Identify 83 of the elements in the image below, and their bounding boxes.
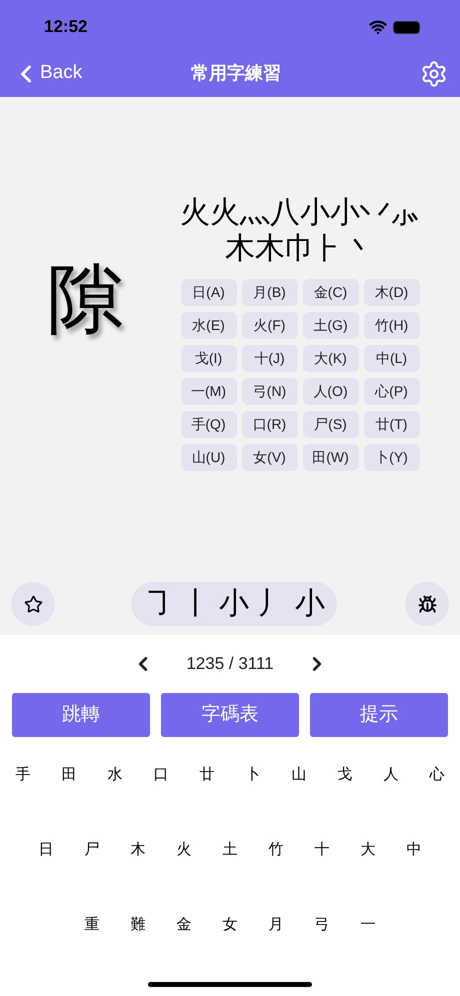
radical-key[interactable]: 田(W) <box>302 444 358 471</box>
component-glyph: 灬 <box>240 195 270 231</box>
input-glyph: 丨 <box>181 586 211 622</box>
radical-key[interactable]: 金(C) <box>302 279 358 306</box>
radical-key[interactable]: 廿(T) <box>364 411 420 438</box>
keyboard-key[interactable]: 木 <box>128 840 148 860</box>
radical-key[interactable]: 水(E) <box>180 312 236 339</box>
keyboard-key[interactable]: 心 <box>427 765 447 785</box>
component-glyph: 八 <box>270 195 300 231</box>
wifi-icon <box>369 18 387 36</box>
keyboard-key[interactable]: 女 <box>220 915 240 935</box>
keyboard-key[interactable]: 月 <box>266 915 286 935</box>
keyboard-key[interactable]: 山 <box>289 765 309 785</box>
component-glyph: 木 <box>255 231 285 267</box>
component-glyph: 小 <box>330 195 360 231</box>
keyboard-key[interactable]: 一 <box>358 915 378 935</box>
radical-key[interactable]: 女(V) <box>242 444 298 471</box>
action-button[interactable]: 跳轉 <box>12 693 150 737</box>
keyboard-key[interactable]: 火 <box>174 840 194 860</box>
status-time: 12:52 <box>44 16 88 38</box>
radical-key[interactable]: 尸(S) <box>302 411 358 438</box>
question-character: 隙 <box>47 256 123 344</box>
radical-key[interactable]: 弓(N) <box>242 378 298 405</box>
page-counter: 1235 / 3111 <box>186 653 274 676</box>
keyboard-key[interactable]: 十 <box>312 840 332 860</box>
keyboard-key[interactable]: 戈 <box>335 765 355 785</box>
keyboard-key[interactable]: 難 <box>128 915 148 935</box>
radical-key[interactable]: 手(Q) <box>180 411 236 438</box>
radical-key[interactable]: 一(M) <box>180 378 236 405</box>
keyboard-key[interactable]: 水 <box>105 765 125 785</box>
action-button[interactable]: 字碼表 <box>161 693 299 737</box>
nav-title: 常用字練習 <box>191 62 282 85</box>
input-glyph: 丿 <box>257 586 287 622</box>
radical-key[interactable]: 山(U) <box>180 444 236 471</box>
radical-key[interactable]: 月(B) <box>242 279 298 306</box>
radical-key[interactable]: 心(P) <box>364 378 420 405</box>
keyboard-key[interactable]: 竹 <box>266 840 286 860</box>
radical-key[interactable]: 人(O) <box>302 378 358 405</box>
radical-key[interactable]: 土(G) <box>302 312 358 339</box>
input-glyph: ㇆ <box>143 586 173 622</box>
keyboard-key[interactable]: 手 <box>13 765 33 785</box>
keyboard-key[interactable]: 廿 <box>197 765 217 785</box>
component-glyph: 木 <box>225 231 255 267</box>
radical-key[interactable]: 木(D) <box>364 279 420 306</box>
battery-icon <box>393 20 420 34</box>
component-glyph: ⺊ <box>315 231 345 267</box>
keyboard-key[interactable]: 人 <box>381 765 401 785</box>
input-glyph: 小 <box>295 586 325 622</box>
keyboard-key[interactable]: 弓 <box>312 915 332 935</box>
star-icon <box>24 594 42 614</box>
component-glyph: 丷 <box>360 195 390 231</box>
action-button[interactable]: 提示 <box>310 693 448 737</box>
keyboard-key[interactable]: 金 <box>174 915 194 935</box>
keyboard-key[interactable]: 中 <box>404 840 424 860</box>
back-button[interactable]: Back <box>12 59 82 88</box>
keyboard-key[interactable]: 口 <box>151 765 171 785</box>
radical-key[interactable]: 戈(I) <box>180 345 236 372</box>
keyboard-key[interactable]: 田 <box>59 765 79 785</box>
component-glyph: 火 <box>180 195 210 231</box>
keyboard-key[interactable]: 重 <box>82 915 102 935</box>
radical-key[interactable]: 十(J) <box>242 345 298 372</box>
report-button[interactable] <box>405 582 449 626</box>
radical-key[interactable]: 竹(H) <box>364 312 420 339</box>
keyboard-key[interactable]: 大 <box>358 840 378 860</box>
favorite-button[interactable] <box>11 582 55 626</box>
settings-icon[interactable] <box>420 60 448 88</box>
keyboard-key[interactable]: 土 <box>220 840 240 860</box>
component-glyph: 丶 <box>345 231 375 267</box>
radical-key[interactable]: 口(R) <box>242 411 298 438</box>
radical-key[interactable]: 日(A) <box>180 279 236 306</box>
keyboard-key[interactable]: 日 <box>36 840 56 860</box>
component-glyph: ⺗ <box>390 195 420 231</box>
bug-icon <box>418 594 436 614</box>
keyboard-key[interactable]: 尸 <box>82 840 102 860</box>
radical-key[interactable]: 大(K) <box>302 345 358 372</box>
keyboard-key[interactable]: 卜 <box>243 765 263 785</box>
radical-key[interactable]: 卜(Y) <box>364 444 420 471</box>
component-glyph: 巾 <box>285 231 315 267</box>
radical-key[interactable]: 火(F) <box>242 312 298 339</box>
radical-key[interactable]: 中(L) <box>364 345 420 372</box>
component-glyph: 小 <box>300 195 330 231</box>
component-glyph: 火 <box>210 195 240 231</box>
input-glyph: 小 <box>219 586 249 622</box>
